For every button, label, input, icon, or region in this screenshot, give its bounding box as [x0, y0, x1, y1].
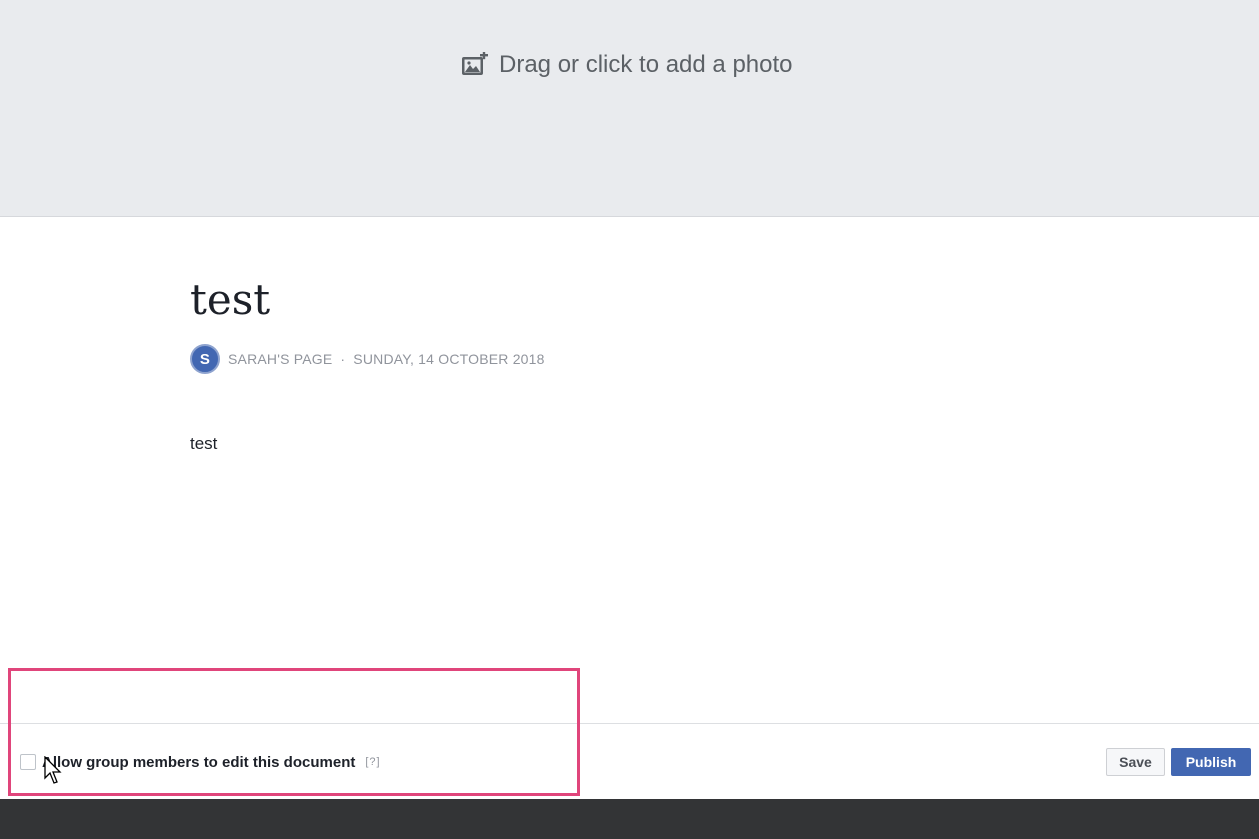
allow-edit-checkbox[interactable]	[20, 754, 36, 770]
author-name[interactable]: SARAH'S PAGE	[228, 351, 332, 367]
avatar-letter: S	[199, 350, 211, 368]
note-meta: S SARAH'S PAGE · SUNDAY, 14 OCTOBER 2018	[190, 343, 545, 375]
cover-photo-dropzone[interactable]: Drag or click to add a photo	[0, 0, 1259, 217]
help-link[interactable]: [?]	[365, 756, 380, 768]
note-title[interactable]: test	[190, 272, 270, 328]
note-body[interactable]: test	[190, 434, 217, 454]
permission-row: Allow group members to edit this documen…	[20, 751, 381, 773]
publish-date: SUNDAY, 14 OCTOBER 2018	[353, 351, 545, 367]
add-photo-icon	[461, 52, 489, 78]
footer-bar	[0, 799, 1259, 839]
highlight-box	[8, 668, 580, 796]
add-photo-label: Drag or click to add a photo	[499, 51, 793, 78]
save-button[interactable]: Save	[1106, 748, 1165, 776]
allow-edit-label[interactable]: Allow group members to edit this documen…	[42, 754, 355, 771]
footer-divider	[0, 723, 1259, 724]
meta-separator: ·	[340, 351, 346, 367]
avatar[interactable]: S	[190, 344, 220, 374]
publish-button[interactable]: Publish	[1171, 748, 1251, 776]
add-photo-cta[interactable]: Drag or click to add a photo	[461, 50, 793, 80]
